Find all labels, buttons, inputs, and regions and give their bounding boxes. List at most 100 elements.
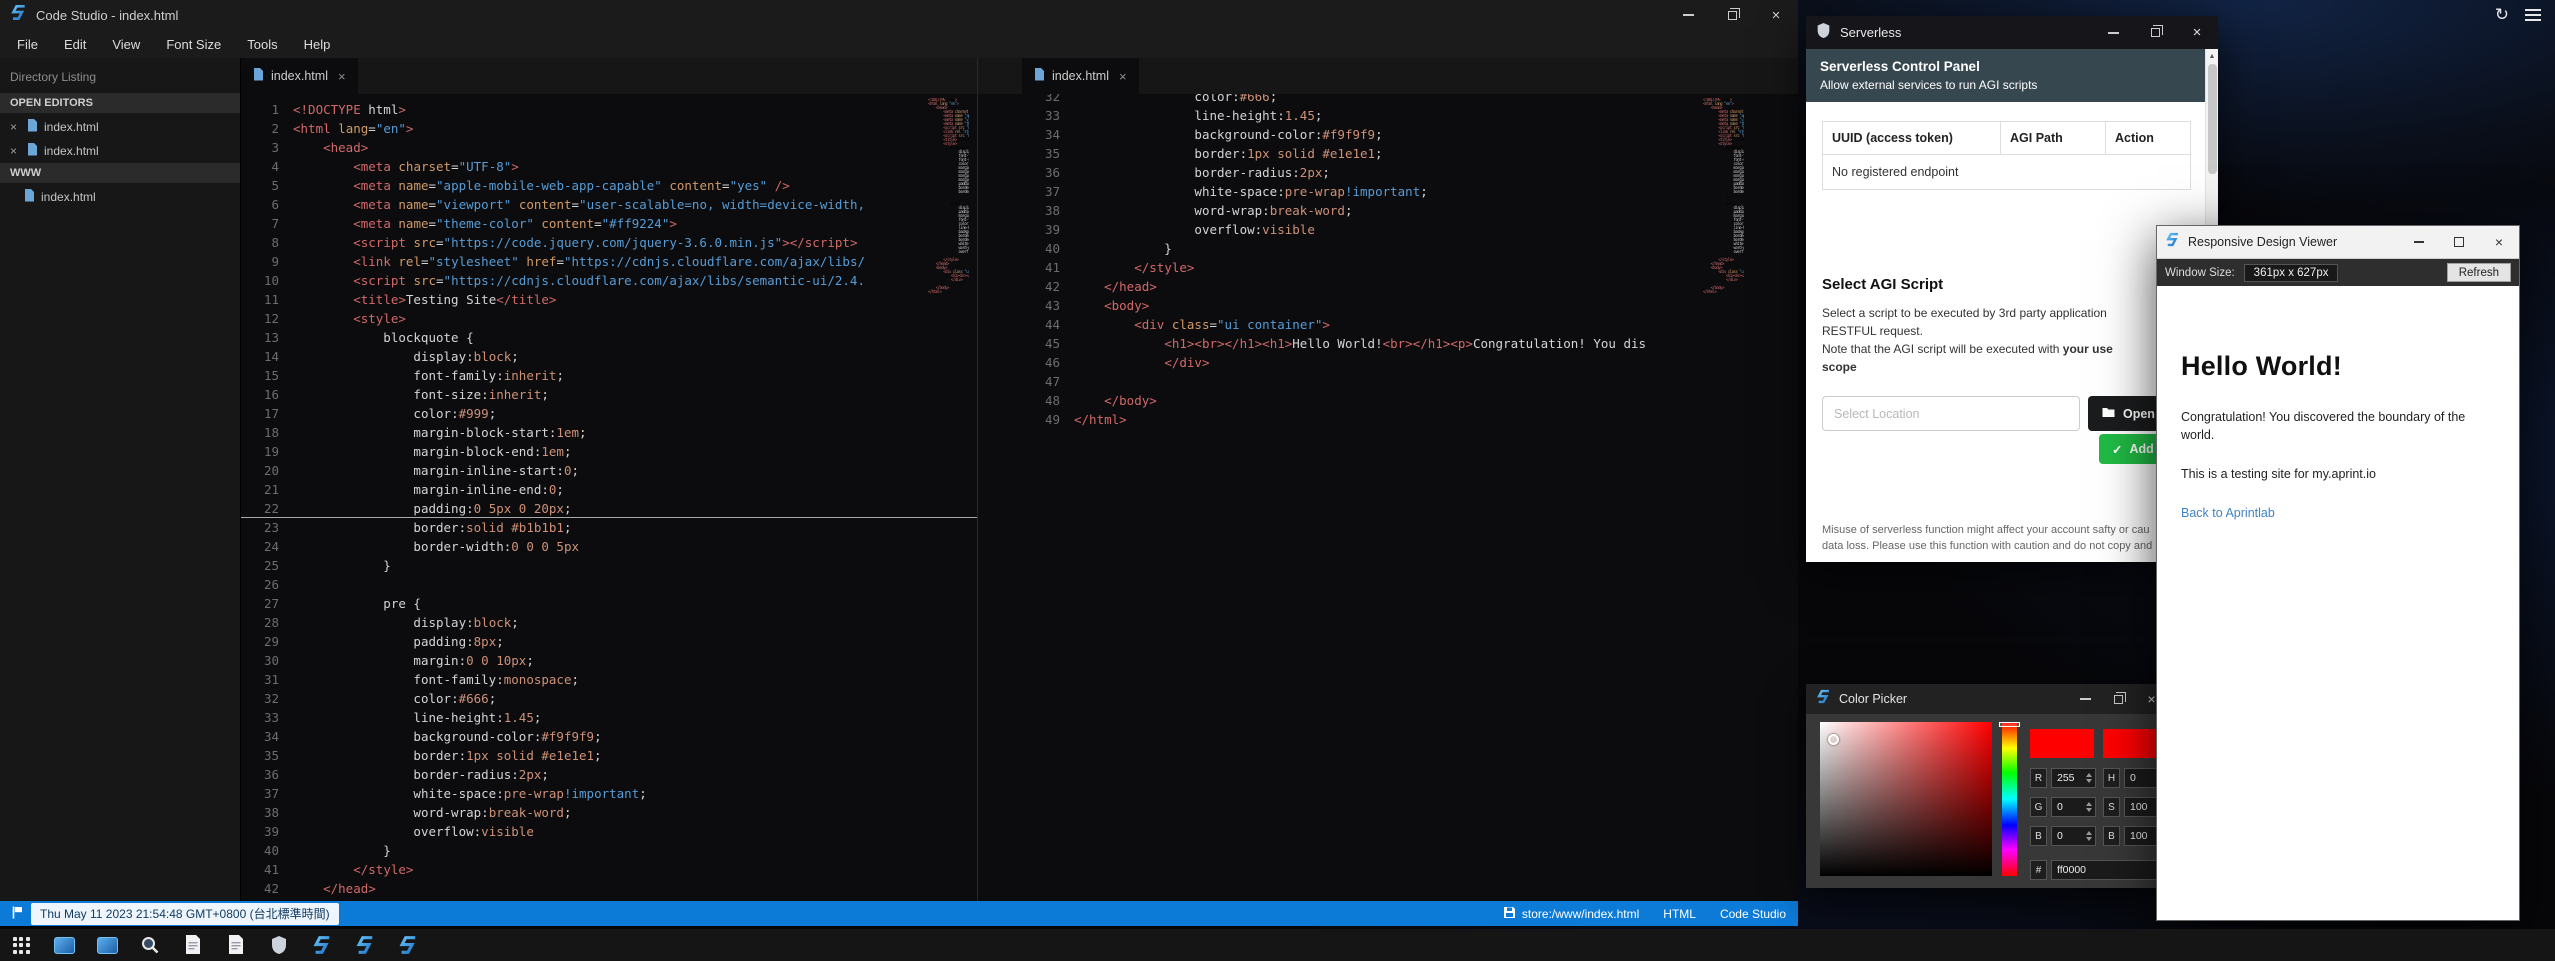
document-app-icon[interactable] bbox=[182, 934, 204, 956]
refresh-button[interactable]: Refresh bbox=[2447, 263, 2511, 282]
document-app-icon[interactable] bbox=[225, 934, 247, 956]
code-line[interactable]: 21 margin-inline-end:0; bbox=[241, 480, 977, 499]
code-line[interactable]: 34 background-color:#f9f9f9; bbox=[1022, 125, 1798, 144]
scroll-up-icon[interactable]: ▲ bbox=[2206, 49, 2218, 63]
code-line[interactable]: 37 white-space:pre-wrap!important; bbox=[241, 784, 977, 803]
code-line[interactable]: 13 blockquote { bbox=[241, 328, 977, 347]
saturation-field[interactable] bbox=[1820, 722, 1992, 876]
window-size-value[interactable]: 361px x 627px bbox=[2244, 264, 2339, 282]
code-line[interactable]: 27 pre { bbox=[241, 594, 977, 613]
code-line[interactable]: 9 <link rel="stylesheet" href="https://c… bbox=[241, 252, 977, 271]
code-line[interactable]: 30 margin:0 0 10px; bbox=[241, 651, 977, 670]
code-line[interactable]: 32 color:#666; bbox=[241, 689, 977, 708]
app-window-icon[interactable] bbox=[96, 934, 118, 956]
maximize-button[interactable] bbox=[2102, 684, 2135, 714]
saturation-cursor[interactable] bbox=[1828, 734, 1839, 745]
code-line[interactable]: 11 <title>Testing Site</title> bbox=[241, 290, 977, 309]
open-editor-item[interactable]: × index.html bbox=[0, 139, 240, 163]
code-line[interactable]: 25 } bbox=[241, 556, 977, 575]
stepper-icon[interactable] bbox=[2086, 802, 2096, 812]
code-studio-app-icon[interactable] bbox=[311, 934, 333, 956]
maximize-button[interactable] bbox=[2439, 226, 2479, 259]
code-line[interactable]: 38 word-wrap:break-word; bbox=[1022, 201, 1798, 220]
code-editor[interactable]: 32 color:#666;33 line-height:1.45;34 bac… bbox=[978, 87, 1798, 901]
close-icon[interactable]: × bbox=[338, 69, 346, 84]
code-line[interactable]: 29 padding:8px; bbox=[241, 632, 977, 651]
minimize-button[interactable] bbox=[2092, 16, 2134, 49]
code-line[interactable]: 18 margin-block-start:1em; bbox=[241, 423, 977, 442]
minimap[interactable]: <!DOCTYPE html><html lang="en"> <head> <… bbox=[928, 98, 969, 303]
code-line[interactable]: 3 <head> bbox=[241, 138, 977, 157]
minimap[interactable]: <!DOCTYPE html><html lang="en"> <head> <… bbox=[1703, 98, 1744, 303]
open-editor-item[interactable]: × index.html bbox=[0, 115, 240, 139]
code-line[interactable]: 14 display:block; bbox=[241, 347, 977, 366]
close-icon[interactable]: × bbox=[10, 122, 21, 133]
close-button[interactable]: × bbox=[2176, 16, 2218, 49]
tree-file-item[interactable]: index.html bbox=[0, 185, 240, 209]
code-line[interactable]: 10 <script src="https://cdnjs.cloudflare… bbox=[241, 271, 977, 290]
code-line[interactable]: 45 <h1><br></h1><h1>Hello World!<br></h1… bbox=[1022, 334, 1798, 353]
code-studio-app-icon[interactable] bbox=[354, 934, 376, 956]
close-icon[interactable]: × bbox=[10, 146, 21, 157]
code-line[interactable]: 38 word-wrap:break-word; bbox=[241, 803, 977, 822]
code-line[interactable]: 44 <div class="ui container"> bbox=[1022, 315, 1798, 334]
code-line[interactable]: 42 </head> bbox=[241, 879, 977, 898]
menu-tools[interactable]: Tools bbox=[234, 30, 290, 58]
code-line[interactable]: 26 bbox=[241, 575, 977, 594]
code-line[interactable]: 42 </head> bbox=[1022, 277, 1798, 296]
section-www[interactable]: WWW bbox=[0, 163, 240, 183]
code-line[interactable]: 41 </style> bbox=[241, 860, 977, 879]
status-language[interactable]: HTML bbox=[1663, 907, 1696, 921]
code-line[interactable]: 48 </body> bbox=[1022, 391, 1798, 410]
code-line[interactable]: 35 border:1px solid #e1e1e1; bbox=[241, 746, 977, 765]
minimize-button[interactable] bbox=[2069, 684, 2102, 714]
refresh-icon[interactable]: ↻ bbox=[2495, 5, 2509, 25]
code-line[interactable]: 35 border:1px solid #e1e1e1; bbox=[1022, 144, 1798, 163]
code-line[interactable]: 36 border-radius:2px; bbox=[1022, 163, 1798, 182]
code-line[interactable]: 12 <style> bbox=[241, 309, 977, 328]
hex-input[interactable] bbox=[2051, 860, 2163, 880]
status-file[interactable]: store:/www/index.html bbox=[1503, 906, 1639, 922]
hue-cursor[interactable] bbox=[1999, 722, 2020, 727]
code-line[interactable]: 7 <meta name="theme-color" content="#ff9… bbox=[241, 214, 977, 233]
menu-font-size[interactable]: Font Size bbox=[153, 30, 234, 58]
tab-index-html[interactable]: index.html × bbox=[241, 58, 358, 94]
maximize-button[interactable] bbox=[2134, 16, 2176, 49]
code-line[interactable]: 17 color:#999; bbox=[241, 404, 977, 423]
code-line[interactable]: 24 border-width:0 0 0 5px bbox=[241, 537, 977, 556]
code-line[interactable]: 39 overflow:visible bbox=[1022, 220, 1798, 239]
code-line[interactable]: 22 padding:0 5px 0 20px; bbox=[241, 499, 977, 518]
close-button[interactable]: × bbox=[2479, 226, 2519, 259]
code-line[interactable]: 23 border:solid #b1b1b1; bbox=[241, 518, 977, 537]
code-studio-app-icon[interactable] bbox=[397, 934, 419, 956]
code-line[interactable]: 6 <meta name="viewport" content="user-sc… bbox=[241, 195, 977, 214]
menu-view[interactable]: View bbox=[99, 30, 153, 58]
code-line[interactable]: 49</html> bbox=[1022, 410, 1798, 429]
minimize-button[interactable] bbox=[1666, 0, 1710, 30]
apps-grid-icon[interactable] bbox=[10, 934, 32, 956]
code-line[interactable]: 37 white-space:pre-wrap!important; bbox=[1022, 182, 1798, 201]
menu-icon[interactable] bbox=[2525, 6, 2541, 24]
scrollbar-thumb[interactable] bbox=[2208, 64, 2217, 174]
select-location-input[interactable] bbox=[1822, 396, 2080, 431]
hue-slider[interactable] bbox=[2002, 722, 2017, 876]
code-line[interactable]: 43 <body> bbox=[1022, 296, 1798, 315]
code-line[interactable]: 34 background-color:#f9f9f9; bbox=[241, 727, 977, 746]
code-line[interactable]: 40 } bbox=[241, 841, 977, 860]
code-line[interactable]: 4 <meta charset="UTF-8"> bbox=[241, 157, 977, 176]
code-line[interactable]: 31 font-family:monospace; bbox=[241, 670, 977, 689]
menu-help[interactable]: Help bbox=[291, 30, 344, 58]
code-line[interactable]: 41 </style> bbox=[1022, 258, 1798, 277]
back-to-aprintlab-link[interactable]: Back to Aprintlab bbox=[2181, 506, 2275, 520]
serverless-shield-app-icon[interactable] bbox=[268, 934, 290, 956]
code-editor[interactable]: 1<!DOCTYPE html>2<html lang="en">3 <head… bbox=[241, 94, 977, 901]
minimize-button[interactable] bbox=[2399, 226, 2439, 259]
menu-file[interactable]: File bbox=[4, 30, 51, 58]
code-line[interactable]: 20 margin-inline-start:0; bbox=[241, 461, 977, 480]
code-line[interactable]: 16 font-size:inherit; bbox=[241, 385, 977, 404]
app-window-icon[interactable] bbox=[53, 934, 75, 956]
code-line[interactable]: 2<html lang="en"> bbox=[241, 119, 977, 138]
code-line[interactable]: 5 <meta name="apple-mobile-web-app-capab… bbox=[241, 176, 977, 195]
code-line[interactable]: 8 <script src="https://code.jquery.com/j… bbox=[241, 233, 977, 252]
code-line[interactable]: 36 border-radius:2px; bbox=[241, 765, 977, 784]
